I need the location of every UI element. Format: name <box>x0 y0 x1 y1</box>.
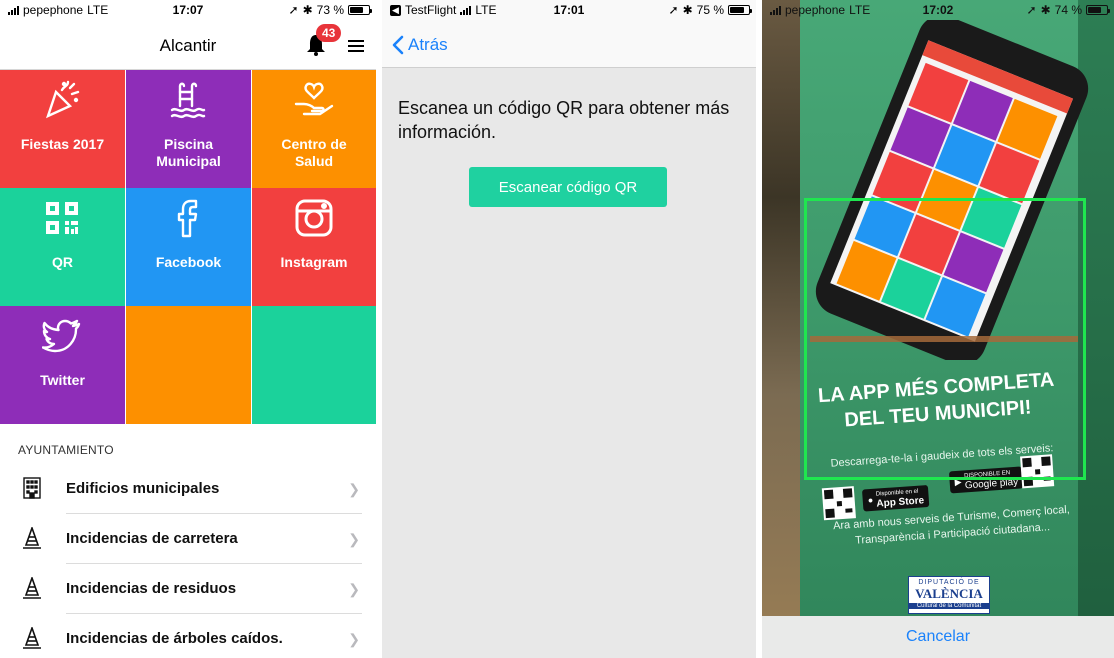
app-store-label: App Store <box>876 495 925 510</box>
logo-line: Cultural de la Comunitat <box>909 603 989 609</box>
status-bar: pepephone LTE 17:02 ➚ ✱ 74 % <box>762 0 1114 20</box>
nav-bar: Atrás <box>382 20 756 68</box>
bluetooth-icon: ✱ <box>682 3 693 17</box>
status-bar: ◀ TestFlight LTE 17:01 ➚ ✱ 75 % <box>382 0 756 20</box>
qr-intro-screen: ◀ TestFlight LTE 17:01 ➚ ✱ 75 % Atrás Es… <box>382 0 756 658</box>
camera-background <box>762 0 800 658</box>
notification-badge: 43 <box>316 24 342 42</box>
tile-fiestas[interactable]: Fiestas 2017 <box>0 70 125 188</box>
location-icon: ➚ <box>1026 3 1037 17</box>
battery-percent: 73 % <box>316 3 344 17</box>
chevron-left-icon <box>392 35 404 55</box>
bluetooth-icon: ✱ <box>1040 3 1051 17</box>
list-item-label: Incidencias de árboles caídos. <box>66 630 283 647</box>
list-item[interactable]: Edificios municipales ❯ <box>0 464 376 514</box>
list-item-label: Edificios municipales <box>66 480 220 497</box>
traffic-cone-icon <box>23 527 41 549</box>
back-label: Atrás <box>408 35 448 54</box>
bluetooth-icon: ✱ <box>302 3 313 17</box>
tile-instagram[interactable]: Instagram <box>252 188 376 306</box>
qr-instructions: Escanea un código QR para obtener más in… <box>398 98 730 142</box>
traffic-cone-icon <box>23 627 41 649</box>
apple-icon: ● <box>867 494 874 506</box>
section-header: AYUNTAMIENTO <box>18 443 114 457</box>
scan-qr-button[interactable]: Escanear código QR <box>469 167 667 207</box>
logo-line: DIPUTACIÓ DE <box>918 579 980 586</box>
tile-label: QR <box>52 254 73 270</box>
scan-line <box>810 336 1078 342</box>
location-icon: ➚ <box>288 3 299 17</box>
services-list: Edificios municipales ❯ Incidencias de c… <box>0 464 376 658</box>
battery-percent: 75 % <box>696 3 724 17</box>
chevron-right-icon: ❯ <box>348 631 360 647</box>
party-popper-icon <box>45 80 80 119</box>
tile-empty-green <box>252 306 376 424</box>
battery-icon <box>728 5 752 15</box>
app-store-badge: ● Disponible en el App Store <box>861 484 930 512</box>
chevron-right-icon: ❯ <box>348 531 360 547</box>
tile-centro-salud[interactable]: Centro de Salud <box>252 70 376 188</box>
cancel-button[interactable]: Cancelar <box>762 616 1114 658</box>
chevron-right-icon: ❯ <box>348 481 360 497</box>
battery-icon <box>348 5 372 15</box>
qr-code-icon <box>46 202 78 234</box>
tile-qr[interactable]: QR <box>0 188 125 306</box>
chevron-right-icon: ❯ <box>348 581 360 597</box>
list-item[interactable]: Incidencias de carretera ❯ <box>0 514 376 564</box>
list-item-label: Incidencias de residuos <box>66 580 237 597</box>
hamburger-menu-icon[interactable] <box>348 40 364 52</box>
qr-scanner-screen: pepephone LTE 17:02 ➚ ✱ 74 % LA APP MÉS … <box>762 0 1114 658</box>
tile-label: Piscina <box>163 136 214 152</box>
battery-icon <box>1086 5 1110 15</box>
twitter-icon <box>42 319 81 353</box>
back-button[interactable]: Atrás <box>392 35 448 55</box>
location-icon: ➚ <box>668 3 679 17</box>
tile-empty-orange <box>126 306 251 424</box>
tile-label: Municipal <box>156 153 221 169</box>
tile-twitter[interactable]: Twitter <box>0 306 125 424</box>
heart-hand-icon <box>294 82 334 116</box>
facebook-icon <box>177 199 198 238</box>
diputacio-logo: DIPUTACIÓ DE VALÈNCIA Cultural de la Com… <box>908 576 990 614</box>
tile-label: Twitter <box>40 372 85 388</box>
qr-code-icon <box>821 486 856 521</box>
tile-label: Facebook <box>155 254 222 270</box>
tile-label: Salud <box>294 153 334 169</box>
traffic-cone-icon <box>23 577 41 599</box>
nav-bar: Alcantir 43 <box>0 20 376 70</box>
list-item[interactable]: Incidencias de árboles caídos. ❯ <box>0 614 376 658</box>
list-item-label: Incidencias de carretera <box>66 530 238 547</box>
tile-facebook[interactable]: Facebook <box>126 188 251 306</box>
list-item[interactable]: Incidencias de residuos ❯ <box>0 564 376 614</box>
building-icon <box>23 477 41 499</box>
battery-percent: 74 % <box>1054 3 1082 17</box>
tile-label: Fiestas 2017 <box>20 136 105 152</box>
logo-line: VALÈNCIA <box>915 586 983 601</box>
tile-label: Instagram <box>280 254 348 270</box>
home-screen: pepephone LTE 17:07 ➚ ✱ 73 % Alcantir 43… <box>0 0 376 658</box>
tile-grid: Fiestas 2017 Piscina Municipal Centro de S… <box>0 70 376 424</box>
pool-icon <box>170 82 206 119</box>
status-bar: pepephone LTE 17:07 ➚ ✱ 73 % <box>0 0 376 20</box>
instagram-icon <box>295 199 333 237</box>
tile-piscina[interactable]: Piscina Municipal <box>126 70 251 188</box>
tile-label: Centro de <box>281 136 347 152</box>
